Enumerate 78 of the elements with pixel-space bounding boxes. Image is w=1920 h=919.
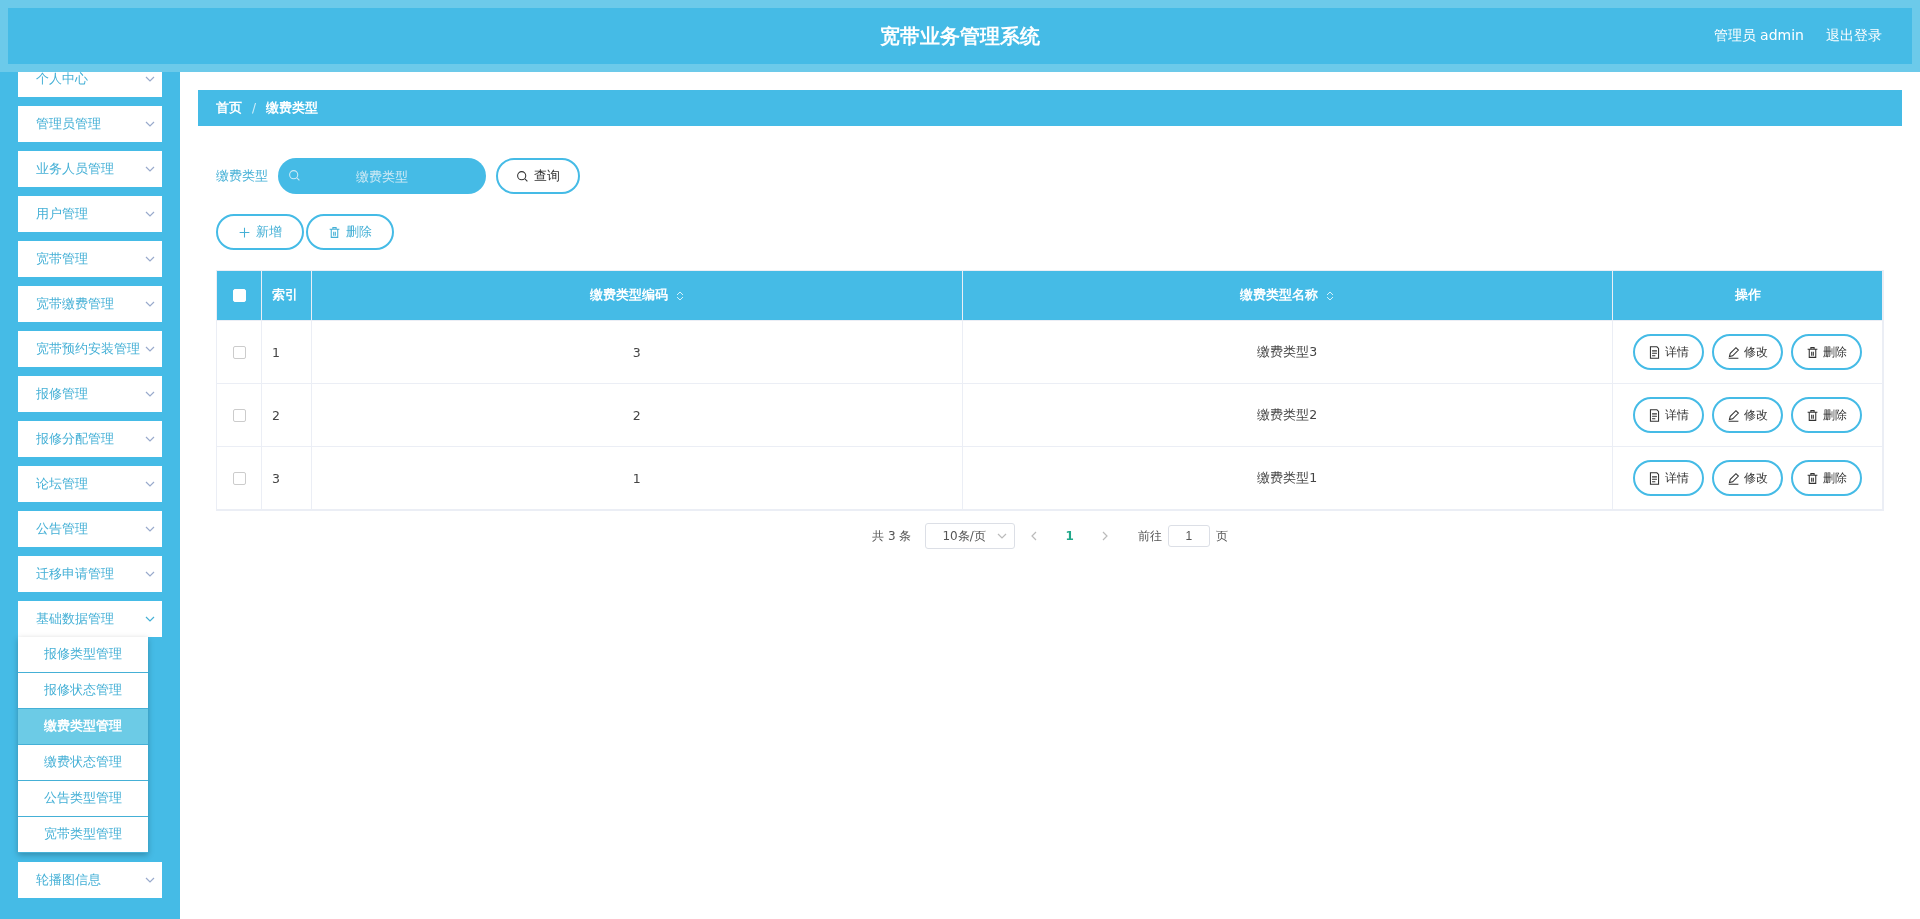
sidebar-item[interactable]: 个人中心 bbox=[18, 72, 162, 97]
trash-icon bbox=[1806, 345, 1819, 359]
page-suffix: 页 bbox=[1215, 527, 1228, 545]
pencil-icon bbox=[1727, 471, 1740, 485]
table-cell: 3 bbox=[632, 344, 641, 360]
column-header[interactable]: 缴费类型名称 bbox=[1240, 287, 1319, 304]
user-label: 管理员 admin bbox=[1713, 27, 1804, 45]
trash-icon bbox=[328, 225, 341, 239]
goto-page-input[interactable]: 1 bbox=[1167, 525, 1210, 547]
delete-button[interactable]: 删除 bbox=[1791, 334, 1862, 370]
search-icon bbox=[288, 169, 301, 182]
page-size-select[interactable]: 10条/页 bbox=[925, 523, 1016, 549]
breadcrumb-separator: / bbox=[252, 101, 257, 115]
column-header[interactable]: 缴费类型编码 bbox=[589, 287, 668, 304]
search-icon bbox=[516, 169, 529, 183]
pencil-icon bbox=[1727, 408, 1740, 422]
submenu-item[interactable]: 缴费类型管理 bbox=[18, 709, 148, 745]
detail-button[interactable]: 详情 bbox=[1633, 460, 1704, 496]
sidebar-item[interactable]: 报修管理 bbox=[18, 376, 162, 412]
sidebar-item[interactable]: 用户管理 bbox=[18, 196, 162, 232]
logout-link[interactable]: 退出登录 bbox=[1826, 27, 1882, 45]
document-icon bbox=[1648, 408, 1661, 422]
table-cell: 缴费类型3 bbox=[1257, 343, 1318, 361]
trash-icon bbox=[1806, 471, 1819, 485]
sidebar-item[interactable]: 论坛管理 bbox=[18, 466, 162, 502]
trash-icon bbox=[1806, 408, 1819, 422]
search-field[interactable]: 缴费类型 bbox=[278, 158, 486, 194]
total-count: 共 3 条 bbox=[872, 527, 912, 545]
delete-button[interactable]: 删除 bbox=[1791, 460, 1862, 496]
sidebar-item[interactable]: 轮播图信息 bbox=[18, 862, 162, 898]
row-checkbox[interactable] bbox=[232, 345, 246, 359]
detail-button[interactable]: 详情 bbox=[1633, 397, 1704, 433]
sidebar-item[interactable]: 基础数据管理 bbox=[18, 601, 162, 637]
page-number[interactable]: 1 bbox=[1053, 529, 1086, 543]
edit-button[interactable]: 修改 bbox=[1712, 334, 1783, 370]
delete-button[interactable]: 删除 bbox=[1791, 397, 1862, 433]
delete-button[interactable]: 删除 bbox=[306, 214, 394, 250]
add-button[interactable]: 新增 bbox=[216, 214, 304, 250]
submenu-item[interactable]: 宽带类型管理 bbox=[18, 817, 148, 853]
document-icon bbox=[1648, 345, 1661, 359]
sort-icon[interactable] bbox=[675, 289, 684, 302]
sort-icon[interactable] bbox=[1326, 289, 1335, 302]
submenu-item[interactable]: 缴费状态管理 bbox=[18, 745, 148, 781]
sidebar-item[interactable]: 宽带管理 bbox=[18, 241, 162, 277]
table-cell: 1 bbox=[272, 344, 280, 360]
submenu-item[interactable]: 公告类型管理 bbox=[18, 781, 148, 817]
goto-label: 前往 bbox=[1137, 527, 1162, 545]
column-header: 操作 bbox=[1734, 287, 1761, 304]
select-all-checkbox[interactable] bbox=[232, 289, 246, 302]
column-header: 索引 bbox=[272, 287, 298, 304]
sidebar-item[interactable]: 业务人员管理 bbox=[18, 151, 162, 187]
breadcrumb-item: 缴费类型 bbox=[266, 99, 319, 117]
row-checkbox[interactable] bbox=[232, 471, 246, 485]
submenu-item[interactable]: 报修类型管理 bbox=[18, 637, 148, 673]
table-cell: 1 bbox=[632, 470, 641, 486]
table-cell: 2 bbox=[632, 407, 641, 423]
edit-button[interactable]: 修改 bbox=[1712, 460, 1783, 496]
table-cell: 3 bbox=[272, 470, 280, 486]
document-icon bbox=[1648, 471, 1661, 485]
sidebar-item[interactable]: 公告管理 bbox=[18, 511, 162, 547]
sidebar-item[interactable]: 报修分配管理 bbox=[18, 421, 162, 457]
sidebar-item[interactable]: 宽带预约安装管理 bbox=[18, 331, 162, 367]
submenu-item[interactable]: 报修状态管理 bbox=[18, 673, 148, 709]
table-cell: 2 bbox=[272, 407, 280, 423]
query-button[interactable]: 查询 bbox=[496, 158, 580, 194]
sidebar-item[interactable]: 宽带缴费管理 bbox=[18, 286, 162, 322]
sidebar-item[interactable]: 管理员管理 bbox=[18, 106, 162, 142]
pencil-icon bbox=[1727, 345, 1740, 359]
breadcrumb-item[interactable]: 首页 bbox=[216, 99, 242, 117]
search-label: 缴费类型 bbox=[216, 167, 268, 185]
plus-icon bbox=[238, 225, 251, 239]
table-cell: 缴费类型1 bbox=[1257, 469, 1318, 487]
sidebar-item[interactable]: 迁移申请管理 bbox=[18, 556, 162, 592]
row-checkbox[interactable] bbox=[232, 408, 246, 422]
table-cell: 缴费类型2 bbox=[1257, 406, 1318, 424]
app-title: 宽带业务管理系统 bbox=[880, 22, 1040, 50]
detail-button[interactable]: 详情 bbox=[1633, 334, 1704, 370]
edit-button[interactable]: 修改 bbox=[1712, 397, 1783, 433]
